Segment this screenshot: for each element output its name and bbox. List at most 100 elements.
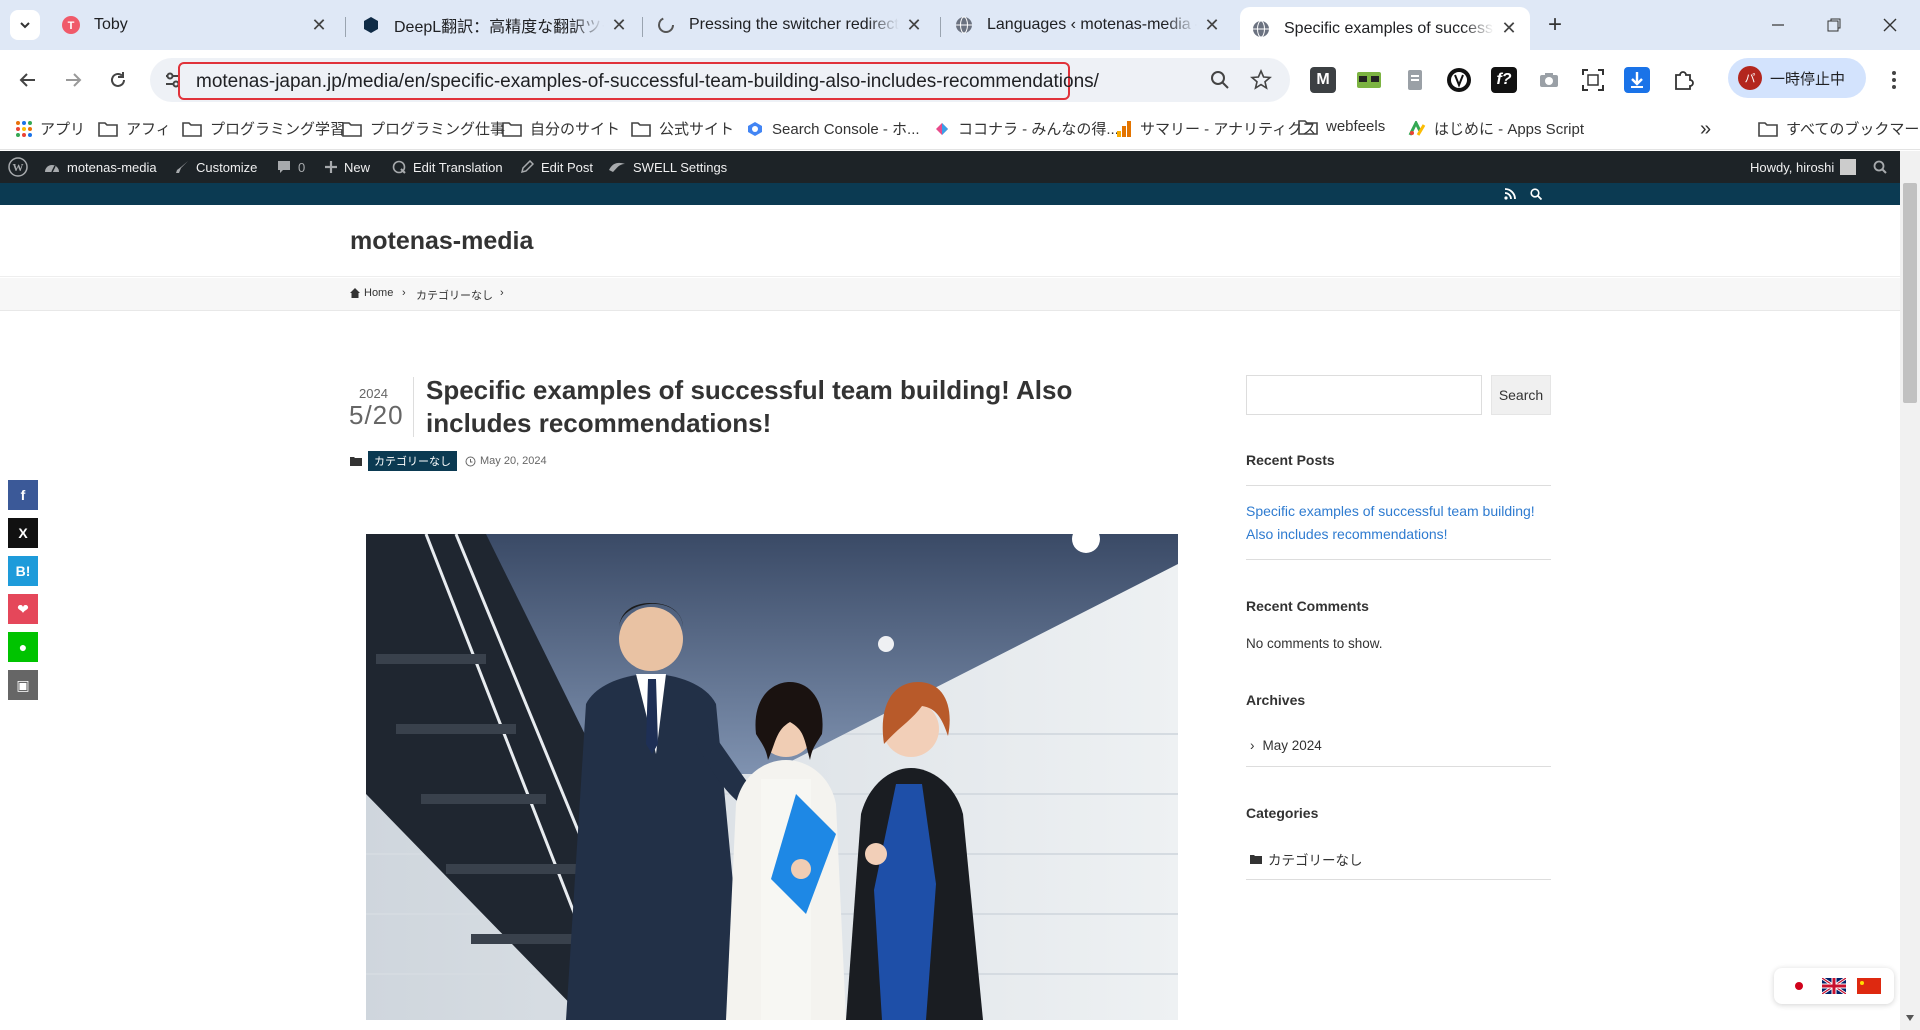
post-meta: カテゴリーなし May 20, 2024 [350, 451, 547, 471]
close-window-button[interactable] [1862, 0, 1918, 50]
extension-screenshot-icon[interactable] [1580, 67, 1606, 93]
line-share-button[interactable]: ● [8, 632, 38, 662]
tab-toby[interactable]: T Toby ✕ [50, 7, 340, 43]
extension-font-icon[interactable]: f? [1491, 67, 1517, 93]
extension-camera-icon[interactable] [1536, 67, 1562, 93]
close-icon[interactable]: ✕ [1203, 15, 1221, 36]
tab-title: Toby [94, 16, 128, 33]
bookmark-apps[interactable]: アプリ [16, 118, 85, 139]
scroll-down-icon[interactable] [1906, 1015, 1914, 1021]
bookmark-label: はじめに - Apps Script [1434, 121, 1585, 138]
x-icon: X [18, 525, 28, 541]
bookmark-apps-script[interactable]: はじめに - Apps Script [1408, 118, 1584, 139]
extension-wappalyzer-icon[interactable] [1446, 67, 1472, 93]
extension-glasses-icon[interactable] [1356, 67, 1382, 93]
close-icon[interactable]: ✕ [610, 15, 628, 36]
admin-new[interactable]: New [325, 151, 370, 183]
admin-edit-post[interactable]: Edit Post [520, 151, 593, 183]
menu-button[interactable] [1876, 62, 1912, 98]
sidebar-search-button[interactable]: Search [1491, 375, 1551, 415]
comment-icon [277, 160, 291, 174]
admin-swell-settings[interactable]: SWELL Settings [608, 151, 727, 183]
all-bookmarks-folder[interactable]: すべてのブックマーク [1758, 118, 1920, 139]
url-text[interactable]: motenas-japan.jp/media/en/specific-examp… [178, 62, 1099, 100]
profile-button[interactable]: パ 一時停止中 [1728, 58, 1866, 98]
archive-item[interactable]: › May 2024 [1246, 738, 1322, 753]
tab-deepl[interactable]: DeepL翻訳：高精度な翻訳ツール ✕ [350, 7, 640, 43]
tab-languages[interactable]: Languages ‹ motenas-media — ✕ [943, 7, 1233, 43]
tab-switcher[interactable]: Pressing the switcher redirects ✕ [645, 7, 935, 43]
forward-button[interactable] [55, 62, 91, 98]
extension-document-icon[interactable] [1402, 67, 1428, 93]
admin-edit-translation[interactable]: Edit Translation [392, 151, 503, 183]
svg-text:T: T [68, 20, 75, 32]
bookmark-analytics[interactable]: サマリー - アナリティクス [1116, 118, 1317, 139]
breadcrumb-category[interactable]: カテゴリーなし [416, 287, 493, 303]
bookmark-coconala[interactable]: ココナラ - みんなの得... [934, 118, 1119, 139]
bookmark-star-icon[interactable] [1250, 69, 1272, 91]
admin-search[interactable] [1873, 151, 1887, 183]
admin-item-label: SWELL Settings [633, 159, 728, 175]
widget-divider [1246, 766, 1551, 767]
bookmark-folder[interactable]: webfeels [1298, 118, 1385, 135]
scrollbar-thumb[interactable] [1903, 183, 1917, 403]
restore-button[interactable] [1806, 0, 1862, 50]
search-icon[interactable] [1530, 188, 1542, 200]
extension-m-icon[interactable]: M [1310, 67, 1336, 93]
arrow-right-icon [66, 73, 82, 87]
extension-download-icon[interactable] [1624, 67, 1650, 93]
admin-customize[interactable]: Customize [175, 151, 257, 183]
admin-comments[interactable]: 0 [277, 151, 305, 183]
pocket-share-button[interactable]: ❤ [8, 594, 38, 624]
bookmark-search-console[interactable]: Search Console - ホ... [746, 118, 920, 139]
tab-active-post[interactable]: Specific examples of successful ✕ [1240, 7, 1530, 50]
tab-search-button[interactable] [10, 10, 40, 40]
close-icon[interactable]: ✕ [310, 15, 328, 36]
widget-title-recent-posts: Recent Posts [1246, 452, 1335, 468]
japanese-flag-icon[interactable] [1787, 978, 1812, 994]
bookmark-label: アプリ [40, 121, 86, 138]
rss-icon[interactable] [1504, 188, 1516, 200]
bookmark-folder[interactable]: プログラミング学習 [182, 118, 345, 139]
facebook-share-button[interactable]: f [8, 480, 38, 510]
close-icon[interactable]: ✕ [1500, 18, 1518, 39]
category-badge[interactable]: カテゴリーなし [368, 451, 457, 471]
recent-post-link[interactable]: Specific examples of successful team bui… [1246, 500, 1551, 546]
category-item[interactable]: カテゴリーなし [1246, 849, 1363, 869]
more-bookmarks-button[interactable]: » [1700, 118, 1711, 141]
site-logo-title[interactable]: motenas-media [350, 227, 533, 256]
minimize-button[interactable] [1750, 0, 1806, 50]
sidebar-search-input[interactable] [1246, 375, 1482, 415]
analytics-icon [1116, 120, 1132, 137]
bookmark-folder[interactable]: プログラミング仕事 [342, 118, 505, 139]
extensions-puzzle-icon[interactable] [1670, 67, 1696, 93]
post-date-monthday: 5/20 [349, 400, 404, 430]
uk-flag-icon[interactable] [1821, 978, 1846, 994]
admin-site-name[interactable]: motenas-media [44, 151, 157, 183]
arrow-left-icon [19, 73, 35, 87]
copy-icon: ▣ [16, 676, 30, 693]
clock-icon [465, 456, 476, 466]
close-icon[interactable]: ✕ [905, 15, 923, 36]
china-flag-icon[interactable] [1856, 978, 1881, 994]
hatena-share-button[interactable]: B! [8, 556, 38, 586]
breadcrumb-home[interactable]: Home [364, 287, 393, 299]
zoom-icon[interactable] [1210, 70, 1230, 90]
bookmark-folder[interactable]: 公式サイト [631, 118, 734, 139]
bookmark-folder[interactable]: 自分のサイト [502, 118, 620, 139]
x-share-button[interactable]: X [8, 518, 38, 548]
folder-icon [1758, 121, 1778, 137]
post-featured-image [366, 534, 1178, 1020]
bookmarks-bar: アプリ アフィ プログラミング学習 プログラミング仕事 自分のサイト 公式サイト… [0, 110, 1920, 150]
header-top-bar [0, 183, 1900, 205]
post-title: Specific examples of successful team bui… [426, 375, 1073, 438]
wp-logo-button[interactable]: W [8, 151, 28, 183]
copy-url-button[interactable]: ▣ [8, 670, 38, 700]
reload-icon [111, 72, 125, 87]
bookmark-folder[interactable]: アフィ [98, 118, 171, 139]
back-button[interactable] [10, 62, 46, 98]
page-scrollbar[interactable] [1900, 151, 1920, 1030]
new-tab-button[interactable]: + [1540, 10, 1570, 40]
admin-account[interactable]: Howdy, hiroshi [1750, 151, 1857, 183]
reload-button[interactable] [100, 62, 136, 98]
